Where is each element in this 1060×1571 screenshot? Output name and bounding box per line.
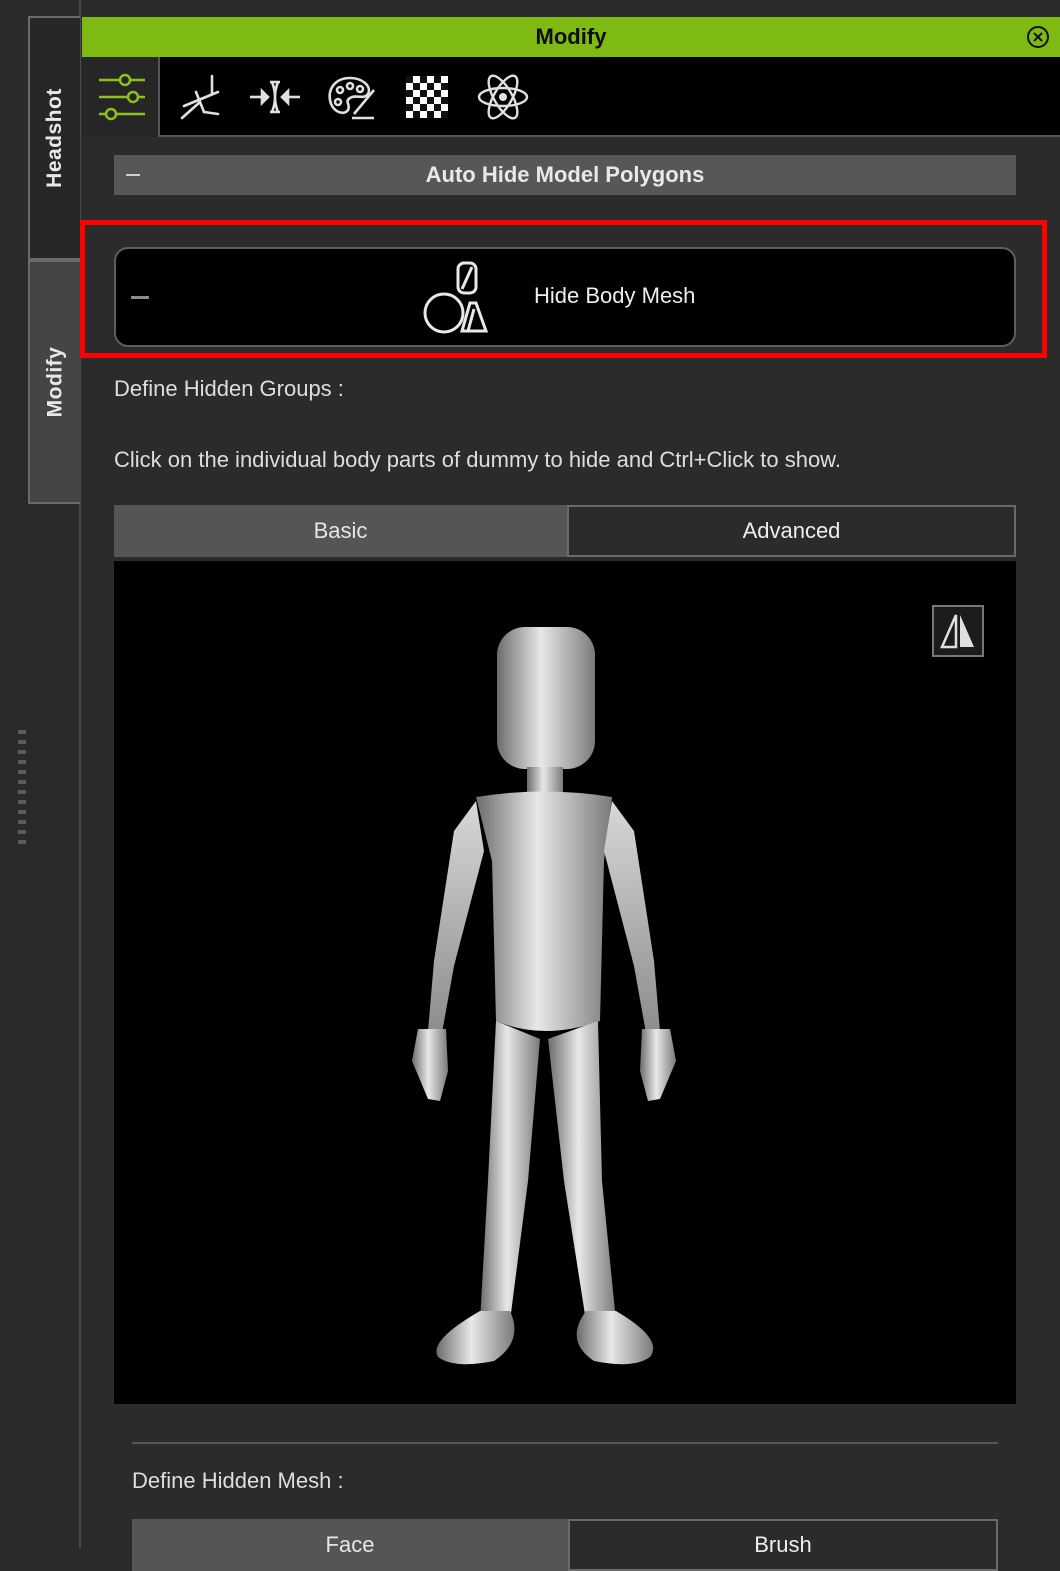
body-mesh-icon bbox=[423, 261, 489, 334]
collapse-icon[interactable] bbox=[131, 296, 149, 299]
panel-title-bar: Modify bbox=[82, 17, 1060, 57]
section-title: Auto Hide Model Polygons bbox=[425, 162, 705, 187]
dummy-viewport bbox=[114, 561, 1016, 1404]
define-hidden-mesh-label: Define Hidden Mesh : bbox=[132, 1468, 344, 1493]
side-tab-headshot-label: Headshot bbox=[43, 88, 66, 188]
dummy-right-hand[interactable] bbox=[640, 1029, 676, 1101]
resize-grip[interactable] bbox=[18, 730, 26, 845]
tab-basic[interactable]: Basic bbox=[114, 505, 567, 557]
dummy-right-foot[interactable] bbox=[576, 1311, 654, 1365]
dummy-right-arm[interactable] bbox=[604, 801, 660, 1033]
dummy-torso[interactable] bbox=[476, 791, 612, 1032]
tab-brush[interactable]: Brush bbox=[568, 1519, 998, 1571]
instructions-text: Click on the individual body parts of du… bbox=[114, 447, 841, 472]
side-tab-modify[interactable]: Modify bbox=[28, 260, 80, 504]
body-dummy bbox=[412, 627, 676, 1365]
dummy-left-arm[interactable] bbox=[428, 801, 484, 1033]
collapse-icon[interactable] bbox=[126, 174, 140, 176]
dummy-left-foot[interactable] bbox=[436, 1311, 515, 1365]
toolbar-divider bbox=[160, 135, 1060, 137]
side-tab-modify-label: Modify bbox=[43, 346, 66, 418]
sliders-icon[interactable] bbox=[95, 70, 149, 124]
hide-body-mesh-button[interactable]: Hide Body Mesh bbox=[114, 247, 1016, 347]
tab-advanced[interactable]: Advanced bbox=[567, 505, 1016, 557]
hide-body-mesh-label: Hide Body Mesh bbox=[534, 283, 696, 308]
tab-face[interactable]: Face bbox=[132, 1519, 568, 1571]
dummy-left-hand[interactable] bbox=[412, 1029, 448, 1101]
define-hidden-groups-label: Define Hidden Groups : bbox=[114, 376, 344, 401]
motion-pose-icon[interactable] bbox=[174, 70, 228, 124]
dummy-left-leg[interactable] bbox=[480, 1021, 540, 1321]
panel-title: Modify bbox=[535, 24, 607, 49]
close-icon[interactable] bbox=[1026, 25, 1050, 49]
section-header[interactable]: Auto Hide Model Polygons bbox=[114, 155, 1016, 195]
toolbar bbox=[82, 57, 1060, 137]
checker-texture-icon[interactable] bbox=[400, 70, 454, 124]
atom-physics-icon[interactable] bbox=[476, 70, 530, 124]
mirror-button[interactable] bbox=[932, 605, 984, 657]
side-tab-headshot[interactable]: Headshot bbox=[28, 16, 80, 260]
dummy-head[interactable] bbox=[497, 627, 595, 769]
palette-icon[interactable] bbox=[324, 70, 378, 124]
section-separator bbox=[132, 1442, 998, 1444]
dummy-neck[interactable] bbox=[527, 767, 563, 795]
mirror-icon bbox=[940, 614, 974, 649]
compress-icon[interactable] bbox=[248, 70, 302, 124]
dummy-right-leg[interactable] bbox=[548, 1021, 616, 1321]
